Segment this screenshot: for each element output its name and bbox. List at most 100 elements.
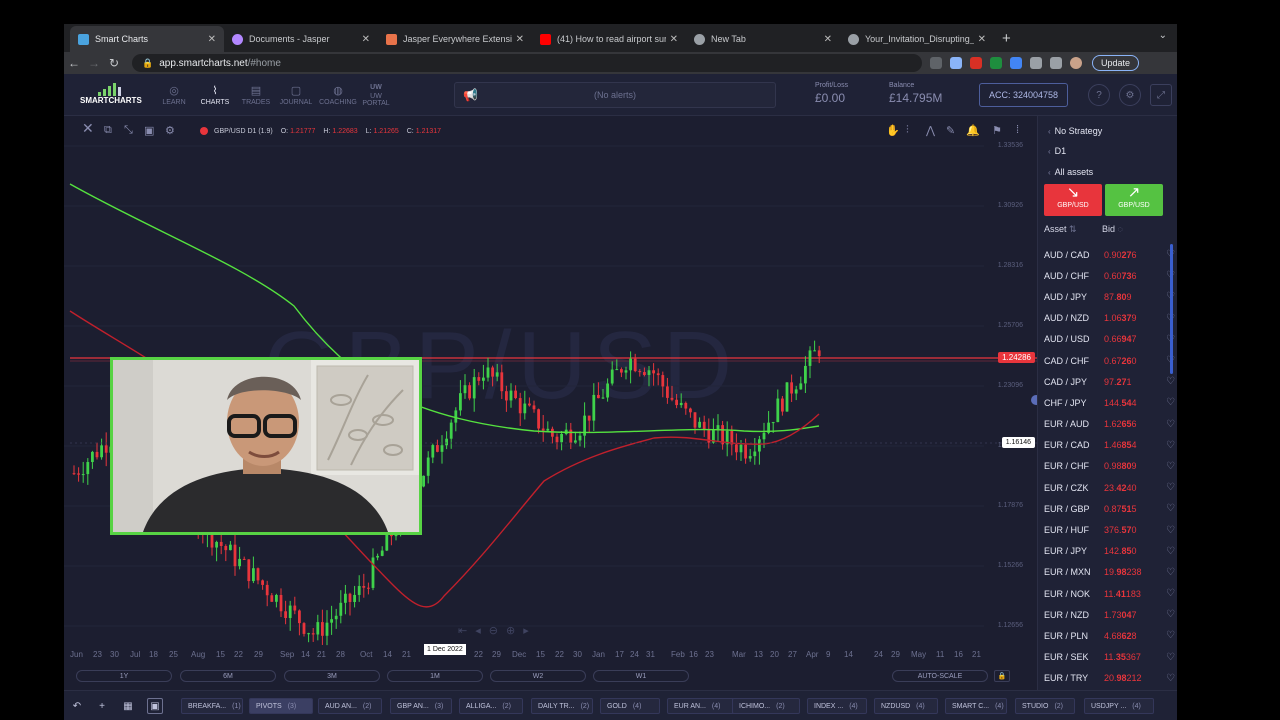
sort-icon[interactable]: ⇅ bbox=[1069, 224, 1077, 234]
close-icon[interactable]: ✕ bbox=[824, 34, 832, 45]
asset-row[interactable]: EUR / MXN 19.98238 ♡ bbox=[1038, 562, 1177, 583]
tab-jasper-extension[interactable]: Jasper Everywhere Extension ✕ bbox=[378, 26, 532, 52]
step-right-icon[interactable]: ▸ bbox=[523, 625, 537, 637]
smartcharts-logo[interactable]: SMARTCHARTS bbox=[80, 82, 142, 105]
timeframe-1y[interactable]: 1Y bbox=[76, 670, 172, 682]
asset-row[interactable]: EUR / JPY 142.850 ♡ bbox=[1038, 541, 1177, 562]
favorite-heart-icon[interactable]: ♡ bbox=[1166, 376, 1175, 387]
timeframe-1m[interactable]: 1M bbox=[387, 670, 483, 682]
hand-icon[interactable]: ✋ bbox=[886, 124, 900, 137]
asset-row[interactable]: EUR / AUD 1.62656 ♡ bbox=[1038, 414, 1177, 435]
extension-puzzle-icon[interactable] bbox=[1030, 57, 1042, 69]
nav-charts[interactable]: ⌇ CHARTS bbox=[195, 84, 235, 106]
save-template-icon[interactable]: ▣ bbox=[147, 698, 163, 714]
alerts-bar[interactable]: 📢 (No alerts) bbox=[454, 82, 776, 108]
favorite-heart-icon[interactable]: ♡ bbox=[1166, 419, 1175, 430]
favorite-heart-icon[interactable]: ♡ bbox=[1166, 609, 1175, 620]
back-icon[interactable]: ← bbox=[64, 56, 84, 70]
template-button[interactable]: DAILY TR... (2) bbox=[531, 698, 593, 714]
asset-row[interactable]: EUR / GBP 0.87515 ♡ bbox=[1038, 498, 1177, 519]
nav-coaching[interactable]: ◍ COACHING bbox=[318, 84, 358, 106]
favorite-heart-icon[interactable]: ♡ bbox=[1166, 588, 1175, 599]
favorite-heart-icon[interactable]: ♡ bbox=[1166, 440, 1175, 451]
reload-icon[interactable]: ↻ bbox=[104, 56, 124, 70]
asset-row[interactable]: AUD / CAD0.90276♡ bbox=[1038, 244, 1177, 265]
asset-row[interactable]: EUR / PLN 4.68628 ♡ bbox=[1038, 625, 1177, 646]
new-tab-icon[interactable]: + bbox=[1002, 26, 1011, 52]
favorite-heart-icon[interactable]: ♡ bbox=[1166, 652, 1175, 663]
favorite-heart-icon[interactable]: ♡ bbox=[1166, 673, 1175, 684]
asset-row[interactable]: CAD / CHF0.67260♡ bbox=[1038, 350, 1177, 371]
undo-icon[interactable]: ↶ bbox=[69, 698, 85, 714]
close-icon[interactable]: ✕ bbox=[208, 34, 216, 45]
tab-documents-jasper[interactable]: Documents - Jasper ✕ bbox=[224, 26, 378, 52]
help-icon[interactable]: ? bbox=[1088, 84, 1110, 106]
expand-icon[interactable]: ⤡ bbox=[124, 124, 133, 137]
flag-icon[interactable]: ⚑ bbox=[992, 124, 1002, 137]
asset-row[interactable]: EUR / NOK 11.41183 ♡ bbox=[1038, 583, 1177, 604]
lock-scale-icon[interactable]: 🔒 bbox=[994, 670, 1010, 682]
asset-row[interactable]: AUD / NZD1.06379♡ bbox=[1038, 308, 1177, 329]
pencil-icon[interactable]: ✎ bbox=[946, 124, 955, 137]
indicator-icon[interactable]: ⫶ bbox=[906, 124, 909, 137]
asset-row[interactable]: EUR / CAD 1.46854 ♡ bbox=[1038, 435, 1177, 456]
asset-row[interactable]: EUR / HUF 376.570 ♡ bbox=[1038, 519, 1177, 540]
template-button[interactable]: BREAKFA... (1) bbox=[181, 698, 243, 714]
asset-row[interactable]: AUD / USD0.66947♡ bbox=[1038, 329, 1177, 350]
update-button[interactable]: Update bbox=[1092, 55, 1140, 71]
asset-row[interactable]: EUR / NZD 1.73047 ♡ bbox=[1038, 604, 1177, 625]
asset-row[interactable]: CAD / JPY 97.271 ♡ bbox=[1038, 371, 1177, 392]
favorite-heart-icon[interactable]: ♡ bbox=[1166, 546, 1175, 557]
template-button[interactable]: ALLIGA... (2) bbox=[459, 698, 523, 714]
timeframe-w2[interactable]: W2 bbox=[490, 670, 586, 682]
account-button[interactable]: ACC: 324004758 bbox=[979, 83, 1068, 107]
close-icon[interactable]: ✕ bbox=[670, 34, 678, 45]
favorite-heart-icon[interactable]: ♡ bbox=[1166, 397, 1175, 408]
asset-row[interactable]: CHF / JPY 144.544 ♡ bbox=[1038, 392, 1177, 413]
tab-search-icon[interactable]: ⌄ bbox=[1159, 30, 1167, 41]
favorite-heart-icon[interactable]: ♡ bbox=[1166, 482, 1175, 493]
bookmark-star-icon[interactable] bbox=[950, 57, 962, 69]
tab-new-tab[interactable]: New Tab ✕ bbox=[686, 26, 840, 52]
url-field[interactable]: 🔒 app.smartcharts.net/#home bbox=[132, 54, 922, 72]
avatar[interactable] bbox=[1070, 57, 1082, 69]
close-icon[interactable]: ✕ bbox=[978, 34, 986, 45]
pattern-icon[interactable]: ⋀ bbox=[926, 124, 935, 137]
template-button[interactable]: ICHIMO... (2) bbox=[732, 698, 800, 714]
alert-bell-icon[interactable]: 🔔 bbox=[966, 124, 980, 137]
asset-row[interactable]: EUR / TRY 20.98212 ♡ bbox=[1038, 668, 1177, 689]
asset-row[interactable]: EUR / CHF 0.98809 ♡ bbox=[1038, 456, 1177, 477]
extension-blue-icon[interactable] bbox=[1010, 57, 1022, 69]
tab-smart-charts[interactable]: Smart Charts ✕ bbox=[70, 26, 224, 52]
favorite-heart-icon[interactable]: ♡ bbox=[1166, 630, 1175, 641]
template-button[interactable]: EUR AN... (4) bbox=[667, 698, 735, 714]
tab-youtube[interactable]: (41) How to read airport surfac ✕ bbox=[532, 26, 686, 52]
zoom-out-icon[interactable]: ⊖ bbox=[489, 625, 506, 637]
asset-row[interactable]: AUD / CHF0.60736♡ bbox=[1038, 265, 1177, 286]
tab-invitation[interactable]: Your_Invitation_Disrupting_for ✕ bbox=[840, 26, 994, 52]
template-button[interactable]: GBP AN... (3) bbox=[390, 698, 452, 714]
asset-row[interactable]: EUR / CZK 23.4240 ♡ bbox=[1038, 477, 1177, 498]
more-icon[interactable]: ⁞ bbox=[1016, 124, 1019, 136]
auto-scale-button[interactable]: AUTO-SCALE bbox=[892, 670, 988, 682]
template-button[interactable]: SMART C... (4) bbox=[945, 698, 1007, 714]
close-icon[interactable]: ✕ bbox=[362, 34, 370, 45]
template-button[interactable]: PIVOTS (3) bbox=[249, 698, 313, 714]
eye-icon[interactable]: ◌ bbox=[1118, 224, 1123, 234]
asset-row[interactable]: AUD / JPY87.809♡ bbox=[1038, 286, 1177, 307]
nav-uw-portal[interactable]: UW UW PORTAL bbox=[356, 84, 396, 107]
timeframe-6m[interactable]: 6M bbox=[180, 670, 276, 682]
step-left-icon[interactable]: ◂ bbox=[475, 625, 489, 637]
favorite-heart-icon[interactable]: ♡ bbox=[1166, 503, 1175, 514]
timeframe-w1[interactable]: W1 bbox=[593, 670, 689, 682]
close-icon[interactable]: ✕ bbox=[82, 120, 94, 137]
grid-icon[interactable]: ▦ bbox=[120, 698, 136, 714]
nav-journal[interactable]: ▢ JOURNAL bbox=[276, 84, 316, 106]
gear-icon[interactable]: ⚙ bbox=[1119, 84, 1141, 106]
extension-green-icon[interactable] bbox=[990, 57, 1002, 69]
template-button[interactable]: USDJPY ... (4) bbox=[1084, 698, 1154, 714]
strategy-select[interactable]: ‹ No Strategy bbox=[1048, 126, 1102, 136]
bid-column-header[interactable]: Bid ◌ bbox=[1102, 224, 1123, 234]
fullscreen-icon[interactable]: ⤢ bbox=[1150, 84, 1172, 106]
asset-column-header[interactable]: Asset ⇅ bbox=[1044, 224, 1077, 235]
